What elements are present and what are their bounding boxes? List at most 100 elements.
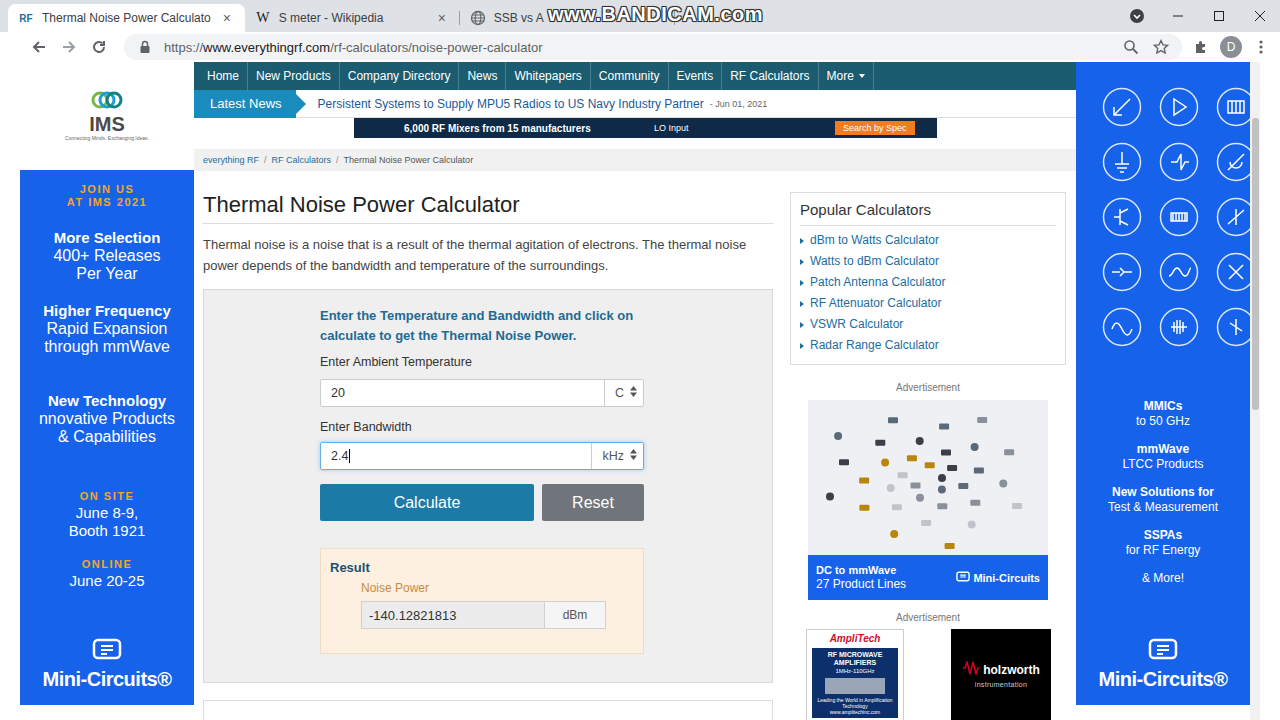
breadcrumb-item[interactable]: everything RF (203, 155, 259, 165)
ad-line: Rapid Expansion (47, 320, 168, 338)
right-ad[interactable]: MMICsto 50 GHzmmWaveLTCC ProductsNew Sol… (1076, 62, 1250, 705)
minicircuits-logo: Mini-Circuits® (1099, 638, 1228, 691)
field-input[interactable]: 20 (321, 380, 604, 406)
popular-item[interactable]: VSWR Calculator (800, 314, 1056, 335)
menu-kebab-icon[interactable] (1250, 36, 1272, 58)
favicon-icon: RF (18, 10, 34, 26)
address-bar[interactable]: https://www.everythingrf.com/rf-calculat… (124, 34, 1182, 60)
minicircuits-ad[interactable]: DC to mmWave27 Product LinesMini-Circuit… (808, 400, 1048, 600)
page-description: Thermal noise is a noise that is a resul… (203, 234, 773, 276)
browser-tab[interactable]: RF Thermal Noise Power Calculato × (8, 4, 245, 32)
reload-icon[interactable] (88, 36, 110, 58)
component-icon (1159, 87, 1199, 127)
popular-item[interactable]: Patch Antenna Calculator (800, 272, 1056, 293)
brand-name: Mini-Circuits (973, 572, 1040, 584)
tab-close-button[interactable]: × (434, 10, 450, 26)
lock-icon[interactable] (134, 36, 156, 58)
nav-item[interactable]: New Products (248, 62, 340, 90)
nav-item[interactable]: Events (669, 62, 723, 90)
left-ad-panel[interactable]: JOIN USAT IMS 2021More Selection400+ Rel… (20, 170, 194, 705)
minicircuits-chip-icon (92, 638, 122, 664)
amplitech-ad[interactable]: AmpliTechRF MICROWAVE AMPLIFIERS1MHz-110… (806, 629, 904, 720)
url-path: /rf-calculators/noise-power-calculator (330, 40, 542, 55)
forward-arrow-icon[interactable] (58, 36, 80, 58)
ad-text-group: ON SITEJune 8-9,Booth 1921 (69, 489, 146, 539)
ad-line: New Solutions for (1112, 485, 1214, 500)
ad-line: More Selection (54, 229, 161, 247)
holzworth-ad[interactable]: holzworthinstrumentation (951, 629, 1051, 720)
globe-icon (470, 10, 486, 26)
tab-search-icon[interactable] (1116, 0, 1157, 32)
profile-avatar[interactable]: D (1220, 36, 1242, 58)
minicircuits-logo: Mini-Circuits (956, 571, 1040, 584)
tab-close-button[interactable]: × (219, 10, 235, 26)
banner-caption: LO Input (654, 123, 835, 133)
calculate-button[interactable]: Calculate (320, 484, 534, 521)
brand-name: holzworth (983, 663, 1040, 677)
nav-item[interactable]: Company Directory (340, 62, 460, 90)
ad-label: Advertisement (790, 382, 1066, 394)
bookmark-star-icon[interactable] (1150, 36, 1172, 58)
breadcrumb-item[interactable]: RF Calculators (272, 155, 332, 165)
zoom-icon[interactable] (1120, 36, 1142, 58)
result-field: -140.12821813dBm (361, 601, 606, 629)
ims-logo[interactable]: IMSConnecting Minds. Exchanging Ideas. (20, 62, 194, 170)
banner-button[interactable]: Search by Spec (835, 121, 915, 135)
web-page: IMSConnecting Minds. Exchanging Ideas. JO… (0, 62, 1280, 720)
nav-item[interactable]: RF Calculators (722, 62, 818, 90)
popular-item[interactable]: dBm to Watts Calculator (800, 230, 1056, 251)
nav-item[interactable]: Whitepapers (506, 62, 590, 90)
ad-text-group: JOIN USAT IMS 2021 (67, 183, 148, 209)
banner-ad[interactable]: 6,000 RF Mixers from 15 manufacturersLO … (354, 118, 937, 138)
article: Thermal Noise Power Calculator Thermal no… (203, 171, 773, 720)
ad-line: June 8-9, (76, 504, 139, 522)
ims-rings-icon (87, 91, 127, 113)
back-arrow-icon[interactable] (28, 36, 50, 58)
minimize-icon[interactable] (1157, 0, 1198, 32)
left-ad[interactable]: IMSConnecting Minds. Exchanging Ideas. JO… (20, 62, 194, 720)
tab-label[interactable]: S meter - Wikipedia (279, 11, 426, 25)
unit-select[interactable]: C (604, 380, 643, 406)
popular-link: RF Attenuator Calculator (810, 293, 941, 314)
extensions-puzzle-icon[interactable] (1190, 36, 1212, 58)
url-text[interactable]: https://www.everythingrf.com/rf-calculat… (164, 40, 1112, 55)
popular-link: dBm to Watts Calculator (810, 230, 939, 251)
field-value: 20 (331, 386, 345, 400)
product-icons (1102, 87, 1250, 347)
nav-label: Whitepapers (514, 69, 581, 83)
page-title: Thermal Noise Power Calculator (203, 192, 773, 224)
result-value[interactable]: -140.12821813 (362, 602, 544, 628)
ad-site: www.amplitechinc.com (830, 709, 881, 715)
field-input[interactable]: 2.4 (321, 443, 591, 469)
popular-item[interactable]: RF Attenuator Calculator (800, 293, 1056, 314)
nav-item[interactable]: Community (591, 62, 669, 90)
component-icon (1216, 252, 1250, 292)
news-headline[interactable]: Persistent Systems to Supply MPU5 Radios… (318, 97, 704, 111)
tab-label[interactable]: Thermal Noise Power Calculato (42, 11, 211, 25)
scrollbar[interactable] (1250, 62, 1260, 720)
reset-button[interactable]: Reset (542, 484, 644, 521)
maximize-icon[interactable] (1198, 0, 1239, 32)
browser-tab[interactable]: WS meter - Wikipedia× (245, 4, 460, 32)
page-margin (0, 62, 20, 720)
nav-item[interactable]: More (819, 62, 874, 90)
component-icon (1216, 197, 1250, 237)
nav-label: More (827, 69, 854, 83)
nav-item[interactable]: Home (199, 62, 248, 90)
ad-line: Higher Frequency (43, 302, 171, 320)
ad-text-group: mmWaveLTCC Products (1122, 442, 1203, 471)
popular-item[interactable]: Radar Range Calculator (800, 335, 1056, 356)
ad-line: New Technology (48, 392, 166, 410)
ad-line: JOIN US (80, 183, 135, 196)
ad-line: LTCC Products (1122, 457, 1203, 472)
close-icon[interactable] (1239, 0, 1280, 32)
nav-item[interactable]: News (459, 62, 506, 90)
nav-label: Community (599, 69, 660, 83)
brand-name: Mini-Circuits® (1099, 668, 1228, 691)
unit-select[interactable]: kHz (591, 443, 643, 469)
popular-title: Popular Calculators (800, 201, 1056, 226)
select-arrows-icon (630, 386, 637, 400)
popular-calculators: Popular Calculators dBm to Watts Calculat… (790, 192, 1066, 365)
popular-item[interactable]: Watts to dBm Calculator (800, 251, 1056, 272)
scrollbar-thumb[interactable] (1252, 118, 1259, 410)
